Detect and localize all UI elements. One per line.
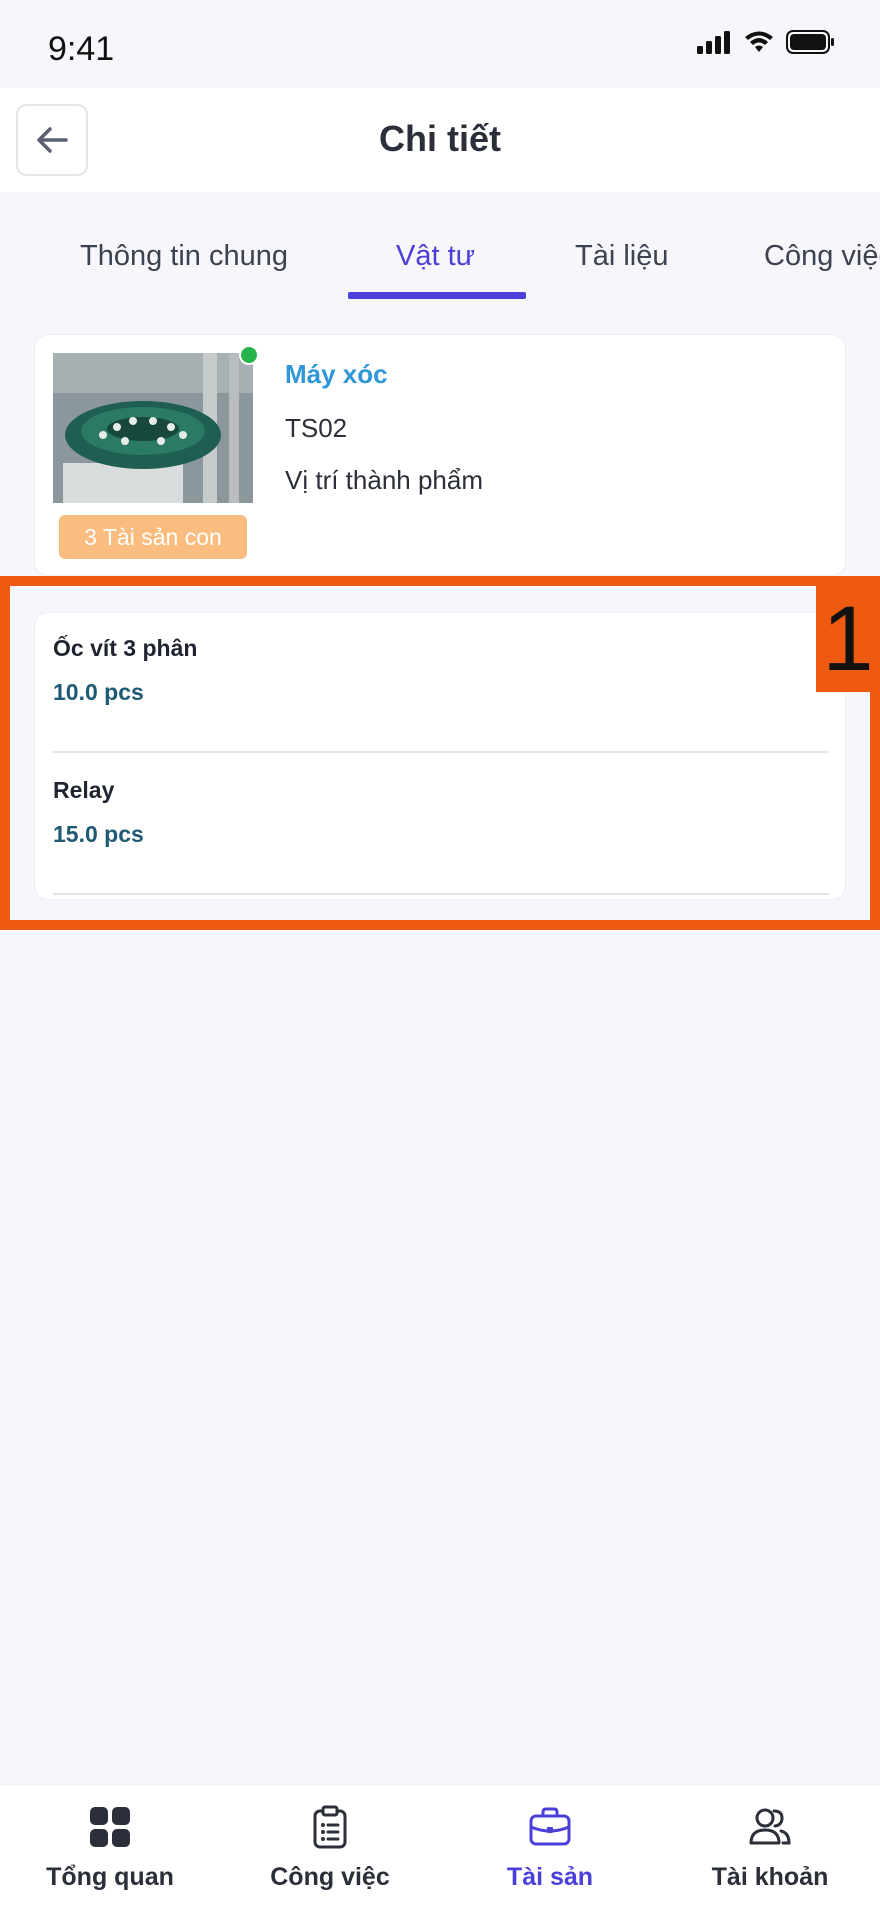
material-name: Relay [53, 777, 115, 803]
list-item[interactable]: Relay 15.0 pcs [53, 755, 829, 895]
material-quantity: 10.0 pcs [53, 679, 144, 705]
tab-bar: Thông tin chung Vật tư Tài liệu Công việ… [0, 230, 880, 302]
status-indicator [239, 345, 259, 365]
tab-documents[interactable]: Tài liệu [575, 240, 669, 273]
grid-icon [90, 1807, 130, 1847]
users-icon [749, 1808, 791, 1845]
signal-icon [697, 31, 730, 54]
status-icons [696, 30, 836, 54]
nav-label: Tài sản [506, 1863, 594, 1891]
asset-code: TS02 [285, 413, 348, 443]
nav-label: Công việc [270, 1863, 390, 1891]
active-tab-indicator [348, 292, 526, 299]
nav-overview[interactable]: Tổng quan [0, 1785, 220, 1912]
list-item[interactable]: Ốc vít 3 phân 10.0 pcs [53, 613, 829, 753]
nav-account[interactable]: Tài khoản [660, 1785, 880, 1912]
annotation-label: 1 [816, 586, 880, 692]
material-name: Ốc vít 3 phân [53, 635, 198, 661]
battery-icon [786, 30, 834, 54]
nav-tasks[interactable]: Công việc [220, 1785, 440, 1912]
wifi-icon [745, 31, 773, 52]
status-bar: 9:41 [0, 0, 880, 88]
clipboard-icon [313, 1805, 347, 1849]
asset-name: Máy xóc [285, 359, 388, 389]
tab-materials[interactable]: Vật tư [396, 240, 475, 273]
header: Chi tiết [0, 88, 880, 192]
briefcase-icon [529, 1807, 571, 1846]
asset-image [53, 353, 253, 503]
nav-label: Tổng quan [46, 1863, 174, 1891]
nav-assets[interactable]: Tài sản [440, 1785, 660, 1912]
bottom-nav: Tổng quan Công việc Tài sản Tài khoản [0, 1784, 880, 1912]
child-assets-badge[interactable]: 3 Tài sản con [59, 515, 247, 559]
tab-general-info[interactable]: Thông tin chung [80, 240, 288, 273]
machine-photo [53, 353, 253, 503]
asset-location: Vị trí thành phẩm [285, 465, 483, 495]
material-quantity: 15.0 pcs [53, 821, 144, 847]
page-title: Chi tiết [379, 118, 501, 159]
materials-list: Ốc vít 3 phân 10.0 pcs Relay 15.0 pcs [34, 612, 846, 900]
nav-label: Tài khoản [711, 1863, 829, 1891]
status-time: 9:41 [48, 30, 115, 68]
tab-tasks[interactable]: Công việc [764, 240, 880, 273]
asset-card[interactable]: 3 Tài sản con Máy xóc TS02 Vị trí thành … [34, 334, 846, 576]
